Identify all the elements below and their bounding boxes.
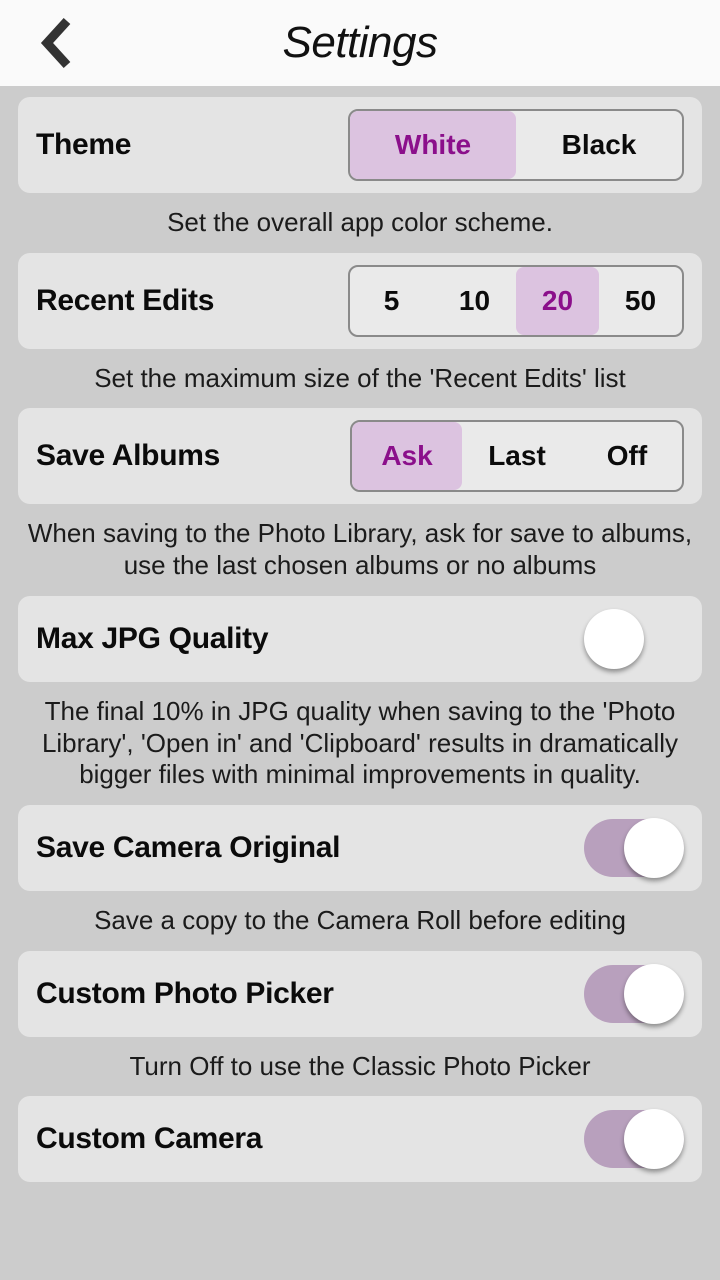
toggle-knob <box>624 963 684 1024</box>
settings-list[interactable]: Theme White Black Set the overall app co… <box>0 86 720 1280</box>
setting-row-custom-photo-picker: Custom Photo Picker <box>18 950 702 1037</box>
setting-label-theme: Theme <box>36 128 132 161</box>
toggle-knob <box>624 818 684 879</box>
setting-row-theme: Theme White Black <box>18 97 702 193</box>
page-title: Settings <box>282 18 438 67</box>
recent-edits-option-50[interactable]: 50 <box>599 267 682 335</box>
helper-text-custom-photo-picker: Turn Off to use the Classic Photo Picker <box>129 1050 591 1081</box>
toggle-knob <box>624 1109 684 1170</box>
toggle-custom-camera[interactable] <box>584 1109 684 1170</box>
setting-label-custom-photo-picker: Custom Photo Picker <box>36 976 334 1010</box>
save-albums-option-off[interactable]: Off <box>572 422 682 490</box>
setting-row-save-camera-original: Save Camera Original <box>18 805 702 892</box>
save-albums-segmented-control[interactable]: Ask Last Off <box>350 420 684 493</box>
setting-label-recent-edits: Recent Edits <box>36 283 215 317</box>
theme-option-black[interactable]: Black <box>516 111 682 179</box>
helper-text-recent-edits: Set the maximum size of the 'Recent Edit… <box>94 362 626 393</box>
setting-row-recent-edits: Recent Edits 5 10 20 50 <box>18 252 702 349</box>
setting-label-save-camera-original: Save Camera Original <box>36 831 341 865</box>
helper-text-save-camera-original: Save a copy to the Camera Roll before ed… <box>94 905 626 936</box>
recent-edits-option-5[interactable]: 5 <box>350 267 433 335</box>
theme-segmented-control[interactable]: White Black <box>348 109 684 181</box>
setting-row-save-albums: Save Albums Ask Last Off <box>18 408 702 505</box>
recent-edits-option-10[interactable]: 10 <box>433 267 516 335</box>
setting-row-max-jpg-quality: Max JPG Quality <box>18 595 702 682</box>
toggle-knob <box>584 608 644 669</box>
theme-option-white[interactable]: White <box>350 111 516 179</box>
setting-label-max-jpg-quality: Max JPG Quality <box>36 621 269 655</box>
setting-row-custom-camera: Custom Camera <box>18 1096 702 1183</box>
save-albums-option-last[interactable]: Last <box>462 422 572 490</box>
back-button[interactable] <box>18 0 94 86</box>
chevron-left-icon <box>40 17 71 69</box>
toggle-save-camera-original[interactable] <box>584 818 684 879</box>
navigation-bar: Settings <box>0 0 720 86</box>
save-albums-option-ask[interactable]: Ask <box>352 422 462 491</box>
toggle-max-jpg-quality[interactable] <box>584 608 684 669</box>
recent-edits-option-20[interactable]: 20 <box>516 266 599 335</box>
toggle-custom-photo-picker[interactable] <box>584 963 684 1024</box>
recent-edits-segmented-control[interactable]: 5 10 20 50 <box>348 264 684 337</box>
helper-text-save-albums: When saving to the Photo Library, ask fo… <box>27 518 693 581</box>
setting-label-custom-camera: Custom Camera <box>36 1122 263 1156</box>
setting-label-save-albums: Save Albums <box>36 439 220 473</box>
helper-text-max-jpg-quality: The final 10% in JPG quality when saving… <box>41 695 679 790</box>
helper-text-theme: Set the overall app color scheme. <box>167 207 553 237</box>
